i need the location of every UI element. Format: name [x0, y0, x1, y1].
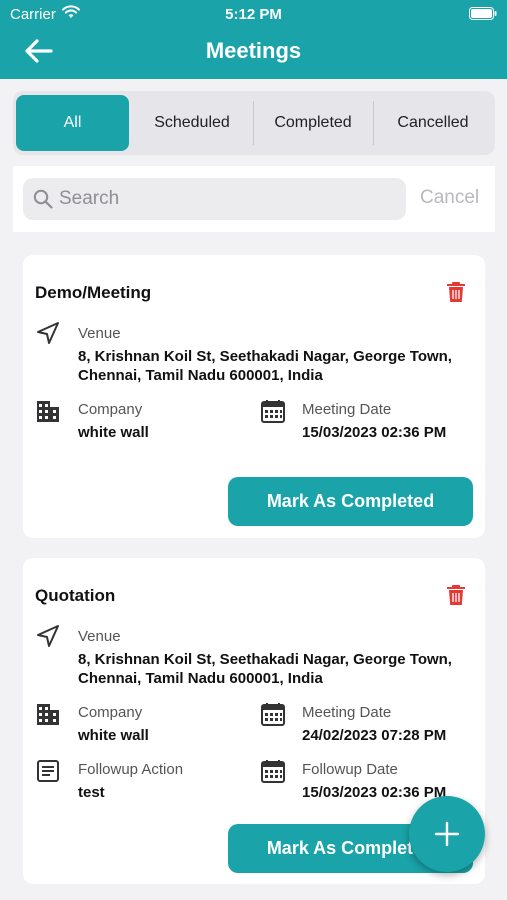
add-meeting-button[interactable] [409, 796, 485, 872]
company-label: Company [78, 704, 143, 721]
meeting-date-value: 15/03/2023 02:36 PM [302, 424, 447, 441]
search-field[interactable] [23, 178, 406, 220]
trash-icon[interactable] [445, 280, 467, 304]
navigation-arrow-icon [37, 625, 59, 647]
battery-icon [469, 7, 497, 20]
meeting-card: Demo/Meeting Venue 8, Krishnan Koil St, … [23, 255, 485, 538]
search-bar: Cancel [13, 166, 495, 232]
followup-date-value: 15/03/2023 02:36 PM [302, 784, 447, 801]
venue-label: Venue [78, 628, 121, 645]
status-bar: Carrier 5:12 PM [0, 0, 507, 28]
followup-action-label: Followup Action [78, 761, 184, 778]
tab-all[interactable]: All [16, 95, 129, 151]
page-title: Meetings [205, 38, 302, 63]
building-icon [37, 401, 59, 422]
calendar-icon [261, 703, 285, 726]
venue-value: 8, Krishnan Koil St, Seethakadi Nagar, G… [78, 651, 452, 687]
calendar-icon [261, 400, 285, 423]
meeting-title: Quotation [35, 586, 116, 605]
status-time: 5:12 PM [225, 6, 282, 23]
venue-label: Venue [78, 325, 121, 342]
company-value: white wall [78, 727, 149, 744]
meeting-date-label: Meeting Date [302, 401, 392, 418]
building-icon [37, 704, 59, 725]
tab-cancelled[interactable]: Cancelled [374, 95, 492, 151]
app-header: Carrier 5:12 PM Meetings [0, 0, 507, 79]
search-input[interactable] [59, 178, 399, 220]
meeting-date-label: Meeting Date [302, 704, 392, 721]
meeting-title: Demo/Meeting [35, 283, 152, 302]
navigation-arrow-icon [37, 322, 59, 344]
followup-action-value: test [78, 784, 105, 801]
mark-completed-button[interactable]: Mark As Completed [228, 477, 473, 526]
company-value: white wall [78, 424, 149, 441]
note-icon [37, 760, 59, 782]
company-label: Company [78, 401, 143, 418]
trash-icon[interactable] [445, 583, 467, 607]
venue-value: 8, Krishnan Koil St, Seethakadi Nagar, G… [78, 348, 452, 384]
plus-icon [434, 821, 460, 847]
search-icon [33, 189, 53, 209]
tab-completed[interactable]: Completed [254, 95, 372, 151]
meeting-status-tabs: All Scheduled Completed Cancelled [13, 91, 495, 155]
meeting-date-value: 24/02/2023 07:28 PM [302, 727, 447, 744]
tab-scheduled[interactable]: Scheduled [132, 95, 252, 151]
calendar-icon [261, 760, 285, 783]
search-cancel-button[interactable]: Cancel [420, 187, 479, 209]
followup-date-label: Followup Date [302, 761, 398, 778]
